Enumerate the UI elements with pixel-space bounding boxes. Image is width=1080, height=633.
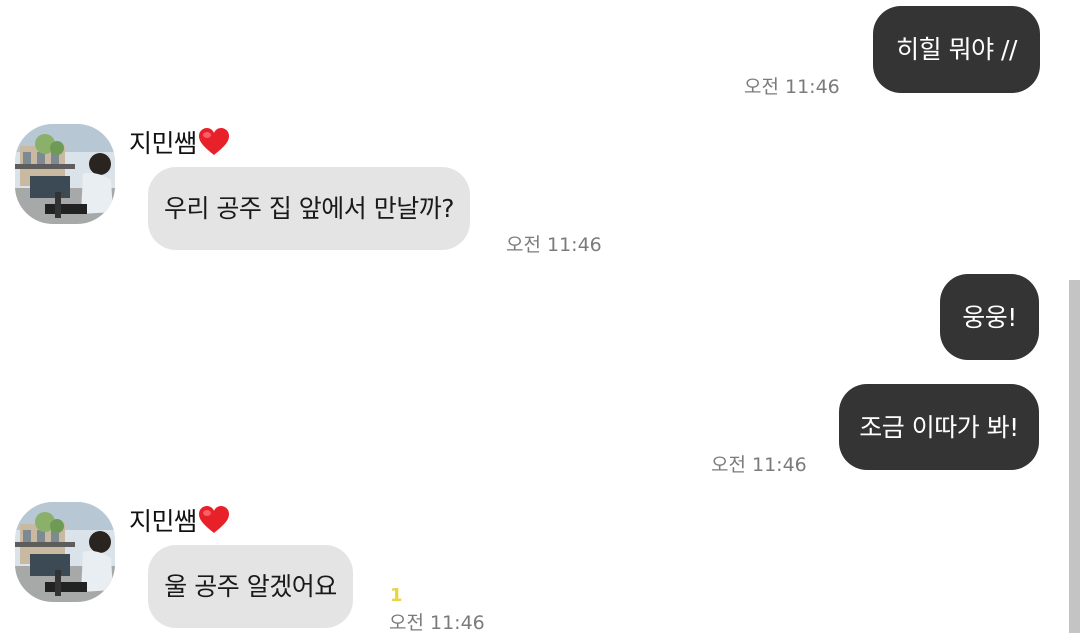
incoming-message-bubble[interactable]: 우리 공주 집 앞에서 만날까? bbox=[148, 167, 470, 250]
message-timestamp: 오전 11:46 bbox=[506, 234, 602, 256]
incoming-message-bubble[interactable]: 울 공주 알겠어요 bbox=[148, 545, 353, 628]
chat-message-list[interactable]: 오전 11:46 히힐 뭐야 // 지민쌤 우리 공주 집 앞에서 만날까? 오… bbox=[0, 0, 1080, 633]
sender-avatar[interactable] bbox=[15, 124, 115, 224]
scrollbar-thumb[interactable] bbox=[1069, 280, 1080, 633]
message-timestamp: 오전 11:46 bbox=[711, 454, 807, 476]
outgoing-message-bubble[interactable]: 웅웅! bbox=[940, 274, 1039, 360]
profile-photo-icon bbox=[15, 124, 115, 224]
sender-name: 지민쌤 bbox=[129, 124, 230, 160]
sender-avatar[interactable] bbox=[15, 502, 115, 602]
sender-name: 지민쌤 bbox=[129, 502, 230, 538]
outgoing-message-bubble[interactable]: 히힐 뭐야 // bbox=[873, 6, 1040, 93]
heart-icon bbox=[198, 128, 229, 155]
sender-name-label: 지민쌤 bbox=[129, 129, 197, 158]
sender-name-label: 지민쌤 bbox=[129, 507, 197, 536]
profile-photo-icon bbox=[15, 502, 115, 602]
unread-count-badge: 1 bbox=[390, 585, 403, 606]
outgoing-message-bubble[interactable]: 조금 이따가 봐! bbox=[839, 384, 1039, 470]
message-timestamp: 오전 11:46 bbox=[389, 612, 485, 633]
message-timestamp: 오전 11:46 bbox=[744, 76, 840, 98]
heart-icon bbox=[198, 506, 229, 533]
